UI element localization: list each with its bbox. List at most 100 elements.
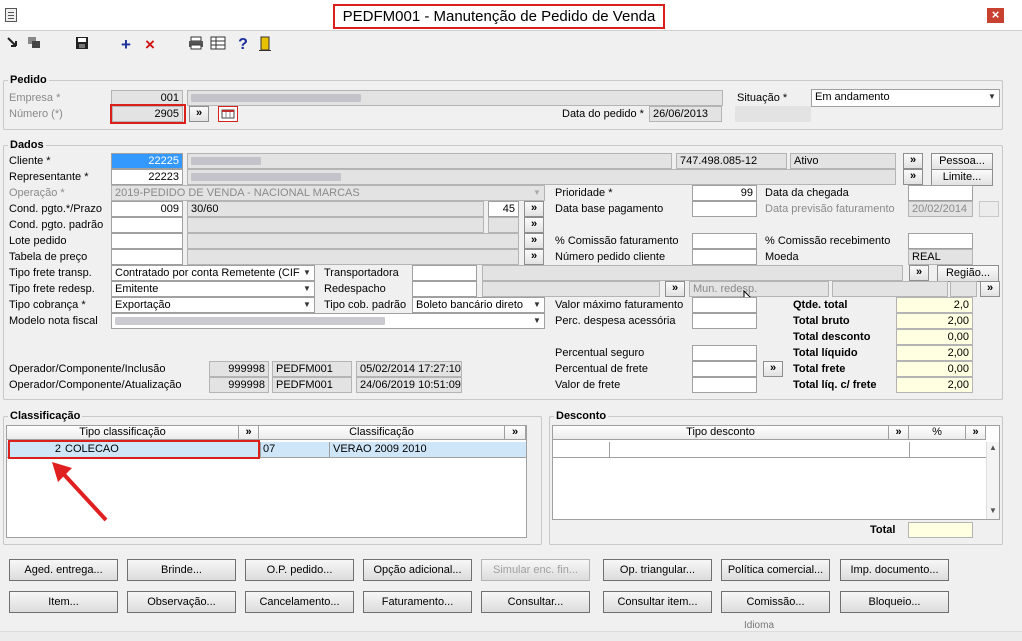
- data-chegada-field[interactable]: [908, 185, 973, 201]
- scroll-down-icon[interactable]: ▼: [989, 506, 997, 515]
- cond-lookup-button[interactable]: »: [524, 201, 544, 217]
- transportadora-lookup-button[interactable]: »: [909, 265, 929, 281]
- moeda-field[interactable]: REAL: [908, 249, 973, 265]
- representante-lookup-button[interactable]: »: [903, 169, 923, 185]
- o-p-pedido-button[interactable]: O.P. pedido...: [245, 559, 354, 581]
- col-classificacao[interactable]: Classificação: [259, 426, 505, 440]
- cancelamento-button[interactable]: Cancelamento...: [245, 591, 354, 613]
- op-o-adicional-button[interactable]: Opção adicional...: [363, 559, 472, 581]
- numero-field[interactable]: 2905: [112, 106, 183, 122]
- valor-frete-field[interactable]: [692, 377, 757, 393]
- lote-code-field[interactable]: [111, 233, 183, 249]
- add-icon[interactable]: +: [117, 36, 135, 54]
- tabela-code-field[interactable]: [111, 249, 183, 265]
- comiss-o-button[interactable]: Comissão...: [721, 591, 830, 613]
- cobranca-select[interactable]: Exportação ▼: [111, 297, 315, 313]
- cond-desc-field[interactable]: 30/60: [187, 201, 484, 217]
- cliente-doc-field[interactable]: 747.498.085-12: [676, 153, 787, 169]
- empresa-name-field[interactable]: [187, 90, 723, 106]
- exit-icon[interactable]: [4, 36, 22, 54]
- faturamento-button[interactable]: Faturamento...: [363, 591, 472, 613]
- redespacho-name-field[interactable]: [482, 281, 660, 297]
- comissao-rec-field[interactable]: [908, 233, 973, 249]
- prioridade-field[interactable]: 99: [692, 185, 757, 201]
- transportadora-name-field[interactable]: [482, 265, 903, 281]
- data-prev-field[interactable]: 20/02/2014: [908, 201, 973, 217]
- col-tipo-desconto[interactable]: Tipo desconto: [553, 426, 889, 440]
- pessoa-button[interactable]: Pessoa...: [931, 153, 993, 170]
- table-row[interactable]: [553, 442, 986, 458]
- observa-o-button[interactable]: Observação...: [127, 591, 236, 613]
- col-desconto-lookup[interactable]: »: [889, 426, 909, 440]
- consultar-item-button[interactable]: Consultar item...: [603, 591, 712, 613]
- perc-despesa-field[interactable]: [692, 313, 757, 329]
- lote-desc-field[interactable]: [187, 233, 519, 249]
- comissao-fat-field[interactable]: [692, 233, 757, 249]
- window-icon[interactable]: [25, 36, 43, 54]
- lote-lookup-button[interactable]: »: [524, 233, 544, 249]
- data-prev-calendar-button[interactable]: [979, 201, 999, 217]
- cob-padrao-select[interactable]: Boleto bancário direto ▼: [412, 297, 545, 313]
- close-button[interactable]: ×: [987, 8, 1004, 23]
- cond-code-field[interactable]: 009: [111, 201, 183, 217]
- cond-days-field[interactable]: 45: [488, 201, 519, 217]
- perc-seguro-field[interactable]: [692, 345, 757, 361]
- cond-padrao-desc-field[interactable]: [187, 217, 484, 233]
- num-cliente-field[interactable]: [692, 249, 757, 265]
- aged-entrega-button[interactable]: Aged. entrega...: [9, 559, 118, 581]
- mun-redesp-lookup-button[interactable]: »: [980, 281, 1000, 297]
- numero-lookup-button[interactable]: »: [189, 106, 209, 122]
- op-triangular-button[interactable]: Op. triangular...: [603, 559, 712, 581]
- calendar-button[interactable]: [218, 106, 238, 122]
- cond-padrao-lookup-button[interactable]: »: [524, 217, 544, 233]
- cond-padrao-code-field[interactable]: [111, 217, 183, 233]
- col-tipo-lookup[interactable]: »: [239, 426, 259, 440]
- cliente-status-field[interactable]: Ativo: [790, 153, 896, 169]
- col-percent[interactable]: %: [909, 426, 966, 440]
- mun-redesp-uf-field[interactable]: [950, 281, 977, 297]
- mun-redesp-field[interactable]: Mun. redesp.: [689, 281, 829, 297]
- data-base-field[interactable]: [692, 201, 757, 217]
- col-classificacao-lookup[interactable]: »: [505, 426, 526, 440]
- frete-transp-select[interactable]: Contratado por conta Remetente (CIF) ▼: [111, 265, 315, 281]
- tabela-desc-field[interactable]: [187, 249, 519, 265]
- door-icon[interactable]: [256, 36, 274, 54]
- item-button[interactable]: Item...: [9, 591, 118, 613]
- modelo-select[interactable]: ▼: [111, 313, 545, 329]
- regiao-button[interactable]: Região...: [937, 265, 999, 282]
- brinde-button[interactable]: Brinde...: [127, 559, 236, 581]
- pol-tica-comercial-button[interactable]: Política comercial...: [721, 559, 830, 581]
- tabela-lookup-button[interactable]: »: [524, 249, 544, 265]
- limite-button[interactable]: Limite...: [931, 169, 993, 186]
- imp-documento-button[interactable]: Imp. documento...: [840, 559, 949, 581]
- scrollbar[interactable]: ▲ ▼: [986, 442, 999, 519]
- save-icon[interactable]: [73, 36, 91, 54]
- redespacho-lookup-button[interactable]: »: [665, 281, 685, 297]
- desconto-grid[interactable]: Tipo desconto » % » ▲ ▼: [552, 425, 1000, 520]
- grid-icon[interactable]: [209, 36, 227, 54]
- representante-name-field[interactable]: [187, 169, 896, 185]
- mun-redesp-name-field[interactable]: [832, 281, 948, 297]
- frete-lookup-button[interactable]: »: [763, 361, 783, 377]
- col-tipo-classificacao[interactable]: Tipo classificação: [7, 426, 239, 440]
- cliente-code-field[interactable]: 22225: [111, 153, 183, 169]
- perc-frete-field[interactable]: [692, 361, 757, 377]
- cond-padrao-days-field[interactable]: [488, 217, 519, 233]
- col-percent-lookup[interactable]: »: [966, 426, 986, 440]
- valor-max-field[interactable]: [692, 297, 757, 313]
- situacao-select[interactable]: Em andamento ▼: [811, 89, 1000, 107]
- delete-icon[interactable]: ×: [141, 36, 159, 54]
- print-icon[interactable]: [187, 36, 205, 54]
- help-icon[interactable]: ?: [234, 36, 252, 54]
- frete-redesp-select[interactable]: Emitente ▼: [111, 281, 315, 297]
- representante-code-field[interactable]: 22223: [111, 169, 183, 185]
- cliente-name-field[interactable]: [187, 153, 672, 169]
- operacao-select[interactable]: 2019-PEDIDO DE VENDA - NACIONAL MARCAS ▼: [111, 185, 545, 201]
- simular-enc-fin-button[interactable]: Simular enc. fin...: [481, 559, 590, 581]
- scroll-up-icon[interactable]: ▲: [989, 443, 997, 452]
- transportadora-code-field[interactable]: [412, 265, 477, 281]
- data-pedido-field[interactable]: 26/06/2013: [649, 106, 722, 122]
- consultar-button[interactable]: Consultar...: [481, 591, 590, 613]
- redespacho-code-field[interactable]: [412, 281, 477, 297]
- cliente-lookup-button[interactable]: »: [903, 153, 923, 169]
